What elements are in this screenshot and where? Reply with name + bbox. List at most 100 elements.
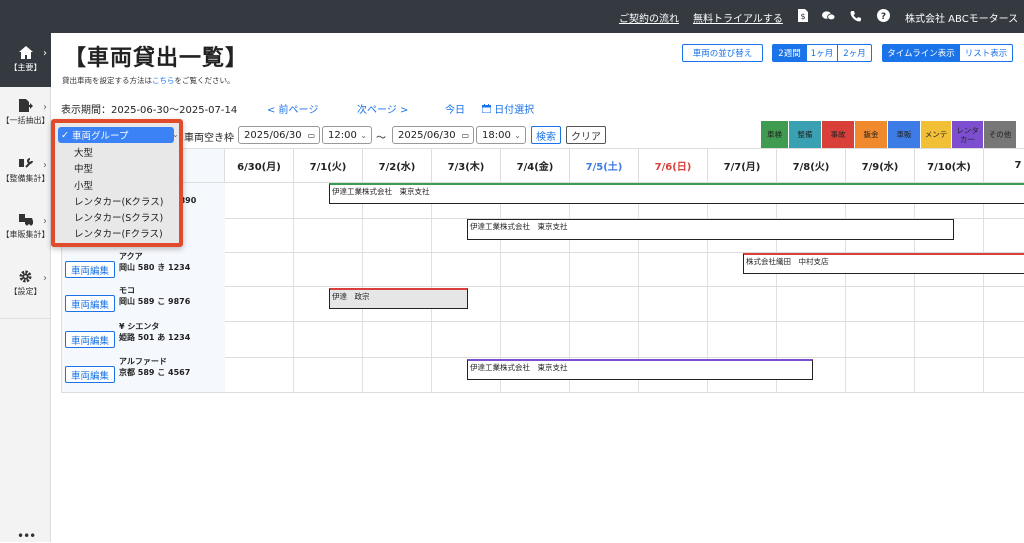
vehicle-name: アルファード xyxy=(119,357,167,366)
grid-column-line xyxy=(914,183,915,392)
display-period: 表示期間：2025-06-30〜2025-07-14 xyxy=(61,105,238,116)
vehicle-group-dropdown[interactable]: ✓ 車両グループ 大型 中型 小型 レンタカー(Kクラス) レンタカー(Sクラス)… xyxy=(51,119,183,247)
sidebar-item-label: 【一括抽出】 xyxy=(1,116,50,125)
sidebar-item-label: 【整備集計】 xyxy=(1,174,50,183)
category-maintenance[interactable]: 整備 xyxy=(789,121,821,148)
date-header-cell: 7 xyxy=(984,149,1024,183)
option-label: 車両グループ xyxy=(71,131,129,142)
timeline-view-button[interactable]: タイムライン表示 xyxy=(882,44,960,62)
vehicle-plate: 岡山 589 こ 9876 xyxy=(119,297,191,306)
page-subtitle: 貸出車両を設定する方法はこちらをご覧ください。 xyxy=(62,75,235,86)
dropdown-option-vehicle-group[interactable]: ✓ 車両グループ xyxy=(58,127,174,143)
range-2weeks-button[interactable]: 2週間 xyxy=(772,44,807,62)
booking-bar[interactable]: 伊達工業株式会社 東京支社 xyxy=(467,219,954,240)
vehicle-row: 車両編集 モコ 岡山 589 こ 9876 xyxy=(62,286,225,321)
date-header-cell: 7/1(火) xyxy=(294,149,363,183)
range-1month-button[interactable]: 1ヶ月 xyxy=(806,44,838,62)
sidebar-item-label: 【設定】 xyxy=(9,287,42,296)
sidebar-item-label: 【主要】 xyxy=(9,63,42,72)
date-header-cell: 7/3(木) xyxy=(432,149,501,183)
chevron-right-icon: › xyxy=(43,273,47,284)
category-sales[interactable]: 車販 xyxy=(888,121,920,148)
range-2months-button[interactable]: 2ヶ月 xyxy=(837,44,872,62)
category-other[interactable]: その他 xyxy=(984,121,1016,148)
to-time-value: 18:00 xyxy=(482,129,511,141)
category-rental[interactable]: レンタカー xyxy=(952,121,983,148)
sidebar-item-maintenance-summary[interactable]: › 【整備集計】 xyxy=(0,157,51,197)
dropdown-option-rental-f[interactable]: レンタカー(Fクラス) xyxy=(58,225,174,241)
vacancy-label: 車両空き枠 xyxy=(184,133,234,144)
sidebar-item-bulk-extract[interactable]: › 【一括抽出】 xyxy=(0,99,51,139)
booking-bar[interactable]: 伊達工業株式会社 東京支社 xyxy=(467,359,813,380)
vehicle-name: アクア xyxy=(119,252,143,261)
from-time-select[interactable]: 12:00 ⌄ xyxy=(322,126,372,144)
chevron-right-icon: › xyxy=(43,102,47,113)
date-header-cell: 7/8(火) xyxy=(777,149,846,183)
chevron-right-icon: › xyxy=(43,48,47,59)
chevron-down-icon: ⌄ xyxy=(172,130,179,139)
dropdown-option-rental-s[interactable]: レンタカー(Sクラス) xyxy=(58,209,174,225)
dropdown-option-rental-k[interactable]: レンタカー(Kクラス) xyxy=(58,193,174,209)
svg-text:$: $ xyxy=(800,12,805,21)
timeline-grid: 6/30(月) 7/1(火) 7/2(水) 7/3(木) 7/4(金) 7/5(土) 7/6… xyxy=(61,148,1024,393)
edit-vehicle-button[interactable]: 車両編集 xyxy=(65,331,115,348)
date-header-cell: 7/5(土) xyxy=(570,149,639,183)
next-page-link[interactable]: 次ページ > xyxy=(357,101,408,116)
category-shaken[interactable]: 車検 xyxy=(761,121,788,148)
dropdown-option-small[interactable]: 小型 xyxy=(58,177,174,193)
contract-flow-link[interactable]: ご契約の流れ xyxy=(619,10,679,25)
booking-bar[interactable]: 伊達工業株式会社 東京支社 xyxy=(329,183,1024,204)
sidebar-item-main[interactable]: › 【主要】 xyxy=(0,33,51,87)
more-icon[interactable]: ••• xyxy=(17,529,36,543)
edit-vehicle-button[interactable]: 車両編集 xyxy=(65,261,115,278)
category-accident[interactable]: 事故 xyxy=(822,121,854,148)
calendar-icon: ▭ xyxy=(461,130,469,140)
today-link[interactable]: 今日 xyxy=(445,101,465,116)
from-date-value: 2025/06/30 xyxy=(244,129,302,141)
grid-column-line xyxy=(845,183,846,392)
dropdown-option-large[interactable]: 大型 xyxy=(58,144,174,160)
to-time-select[interactable]: 18:00 ⌄ xyxy=(476,126,526,144)
from-date-input[interactable]: 2025/06/30 ▭ xyxy=(238,126,320,144)
grid-row-line xyxy=(62,392,1024,393)
date-select-link[interactable]: 日付選択 xyxy=(481,101,534,116)
booking-bar[interactable]: 伊達 政宗 xyxy=(329,288,468,309)
vehicle-plate: 岡山 580 き 1234 xyxy=(119,263,191,272)
chevron-right-icon: › xyxy=(43,160,47,171)
chat-icon[interactable] xyxy=(822,9,835,22)
grid-column-line xyxy=(293,183,294,392)
vehicle-row: 車両編集 ¥ シエンタ 姫路 501 あ 1234 xyxy=(62,321,225,357)
edit-vehicle-button[interactable]: 車両編集 xyxy=(65,295,115,312)
date-header-cell: 6/30(月) xyxy=(225,149,294,183)
to-date-value: 2025/06/30 xyxy=(398,129,456,141)
from-time-value: 12:00 xyxy=(328,129,357,141)
date-header-cell: 7/6(日) xyxy=(639,149,708,183)
help-icon[interactable]: ? xyxy=(877,9,890,22)
category-mainte[interactable]: メンテ xyxy=(921,121,951,148)
prev-page-link[interactable]: < 前ページ xyxy=(267,101,318,116)
sidebar-item-settings[interactable]: › 【設定】 xyxy=(0,270,51,310)
svg-text:?: ? xyxy=(881,12,886,22)
date-header-cell: 7/10(木) xyxy=(915,149,984,183)
to-date-input[interactable]: 2025/06/30 ▭ xyxy=(392,126,474,144)
howto-link[interactable]: こちら xyxy=(152,76,175,85)
category-bodywork[interactable]: 鈑金 xyxy=(855,121,887,148)
edit-vehicle-button[interactable]: 車両編集 xyxy=(65,366,115,383)
grid-column-line xyxy=(983,183,984,392)
invoice-icon[interactable]: $ xyxy=(796,9,809,22)
date-header-cell: 7/7(月) xyxy=(708,149,777,183)
subtitle-text: 貸出車両を設定する方法は xyxy=(62,76,152,85)
free-trial-link[interactable]: 無料トライアルする xyxy=(693,10,783,25)
chevron-right-icon: › xyxy=(43,216,47,227)
vehicle-name: ¥ シエンタ xyxy=(119,322,160,331)
vehicle-name: モコ xyxy=(119,286,135,295)
vehicle-plate: 姫路 501 あ 1234 xyxy=(119,333,191,342)
search-button[interactable]: 検索 xyxy=(531,126,561,144)
dropdown-option-medium[interactable]: 中型 xyxy=(58,160,174,176)
phone-icon[interactable] xyxy=(849,9,862,22)
sort-vehicles-button[interactable]: 車両の並び替え xyxy=(682,44,763,62)
clear-button[interactable]: クリア xyxy=(566,126,606,144)
list-view-button[interactable]: リスト表示 xyxy=(959,44,1013,62)
booking-bar[interactable]: 株式会社織田 中村支店 xyxy=(743,253,1024,274)
sidebar-item-sales-summary[interactable]: › 【車販集計】 xyxy=(0,213,51,253)
